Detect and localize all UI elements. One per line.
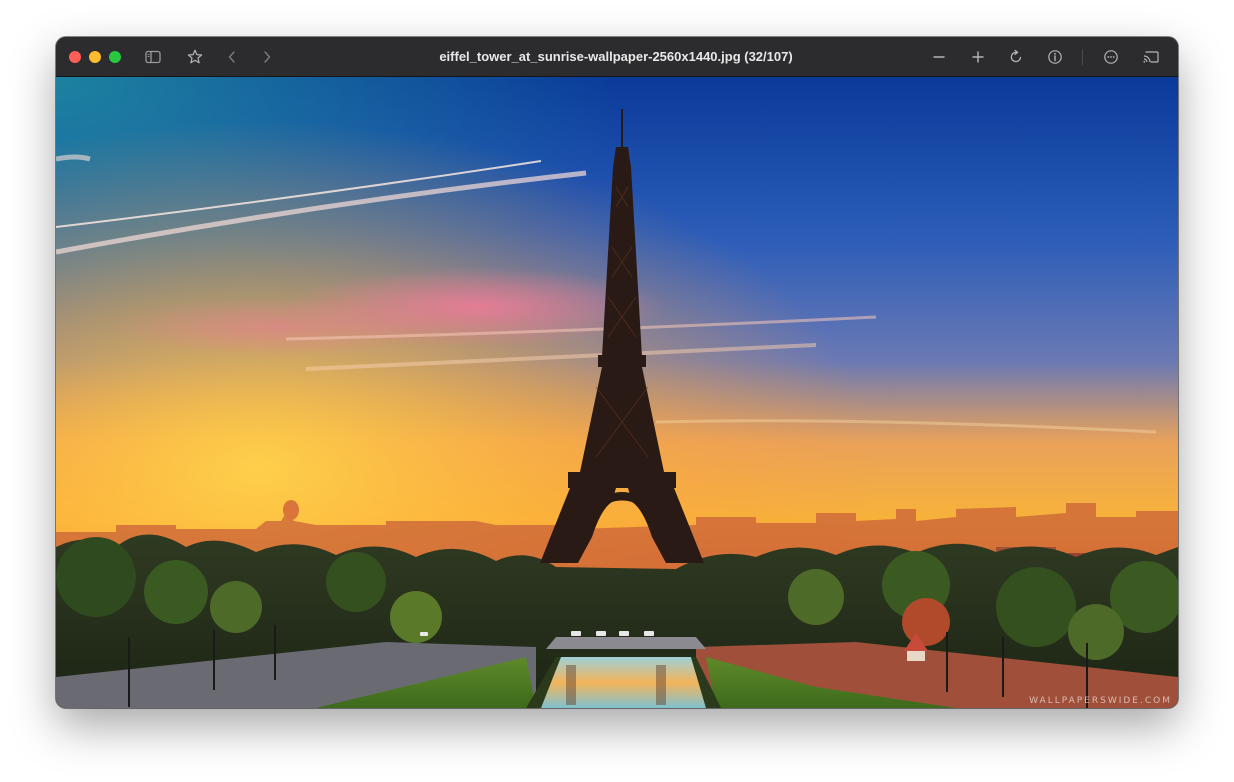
favorite-button[interactable] — [184, 46, 206, 68]
sidebar-toggle-button[interactable] — [142, 46, 164, 68]
zoom-in-icon — [972, 51, 984, 63]
minimize-window-button[interactable] — [89, 51, 101, 63]
rotate-button[interactable] — [1005, 46, 1027, 68]
eiffel-tower-photo — [56, 77, 1178, 708]
rotate-icon — [1010, 49, 1022, 63]
sidebar-icon — [145, 50, 161, 64]
preview-window: eiffel_tower_at_sunrise-wallpaper-2560x1… — [56, 37, 1178, 708]
more-icon — [1104, 50, 1118, 64]
zoom-window-button[interactable] — [109, 51, 121, 63]
chevron-right-icon — [264, 51, 271, 63]
zoom-out-button[interactable] — [928, 46, 950, 68]
info-button[interactable] — [1044, 46, 1066, 68]
info-icon — [1048, 50, 1062, 64]
next-image-button[interactable] — [256, 46, 278, 68]
airplay-icon — [1143, 51, 1159, 63]
wallpaper-watermark: WALLPAPERSWIDE.COM — [1029, 696, 1172, 706]
zoom-in-button[interactable] — [967, 46, 989, 68]
chevron-left-icon — [228, 51, 235, 63]
window-title: eiffel_tower_at_sunrise-wallpaper-2560x1… — [439, 49, 793, 64]
star-icon — [187, 49, 203, 64]
title-bar[interactable]: eiffel_tower_at_sunrise-wallpaper-2560x1… — [56, 37, 1178, 77]
zoom-out-icon — [933, 56, 945, 58]
close-window-button[interactable] — [69, 51, 81, 63]
toolbar-separator — [1082, 49, 1083, 65]
image-viewer[interactable]: WALLPAPERSWIDE.COM — [56, 77, 1178, 708]
airplay-button[interactable] — [1140, 46, 1162, 68]
previous-image-button[interactable] — [221, 46, 243, 68]
more-actions-button[interactable] — [1100, 46, 1122, 68]
